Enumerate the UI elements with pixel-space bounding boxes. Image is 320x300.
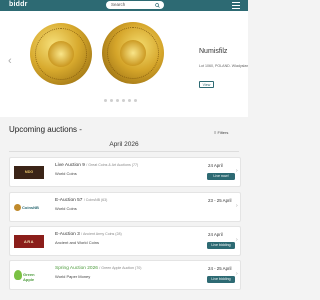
chevron-right-icon[interactable]: › — [236, 203, 238, 209]
featured-auction-house: Numisfilz — [199, 48, 228, 55]
auction-house: / CoinsNB (63) — [83, 198, 108, 202]
auction-house-logo: CoinsNB — [14, 201, 44, 214]
search-placeholder: Search — [111, 1, 126, 7]
filters-button[interactable]: ≡ Filters — [214, 130, 228, 135]
upcoming-auctions-heading[interactable]: Upcoming auctions - — [9, 125, 82, 134]
search-input[interactable]: Search — [106, 1, 164, 9]
auction-title: Live Auction 9 / Great Coins & Art Aucti… — [55, 163, 138, 168]
view-lot-button[interactable]: View — [199, 81, 214, 88]
live-now-button[interactable]: Live now! — [207, 173, 235, 180]
auction-card[interactable]: ARA E-Auction 3 / Ancient Army Coins (28… — [9, 226, 241, 256]
month-heading: April 2026 — [109, 141, 139, 148]
auction-date: 24 - 25 April — [208, 266, 232, 271]
auction-card[interactable]: CoinsNB E-Auction 57 / CoinsNB (63) Worl… — [9, 192, 241, 222]
auction-title: Spring Auction 2026 / Green Apple Auctio… — [55, 266, 141, 271]
search-icon[interactable] — [155, 2, 160, 8]
carousel-dot[interactable] — [116, 99, 119, 102]
auction-card[interactable]: MDG Live Auction 9 / Great Coins & Art A… — [9, 157, 241, 187]
carousel-pagination — [104, 99, 144, 103]
auction-category: World Coins — [55, 206, 77, 211]
auction-category: World Coins — [55, 171, 77, 176]
auction-house-logo: ARA — [14, 235, 44, 248]
logo-text: Green Apple — [23, 272, 35, 282]
auction-category: World Paper Money — [55, 274, 91, 279]
chevron-right-icon[interactable]: › — [236, 237, 238, 243]
carousel-dot[interactable] — [128, 99, 131, 102]
featured-lot-carousel: ‹ Numisfilz Lot 1060, POLAND. Wladysław … — [0, 11, 248, 117]
carousel-dot[interactable] — [134, 99, 137, 102]
auction-name[interactable]: Live Auction 9 — [55, 163, 85, 168]
biddr-logo[interactable]: biddr — [9, 1, 28, 8]
auction-title: E-Auction 3 / Ancient Army Coins (28) — [55, 232, 122, 237]
auction-name[interactable]: E-Auction 57 — [55, 198, 82, 203]
auction-date: 24 April — [208, 163, 223, 168]
chevron-right-icon[interactable]: › — [236, 168, 238, 174]
carousel-prev-arrow-icon[interactable]: ‹ — [8, 55, 12, 67]
auction-house-logo: Green Apple — [14, 269, 44, 282]
auction-name[interactable]: Spring Auction 2026 — [55, 266, 98, 271]
live-bidding-button[interactable]: Live bidding — [207, 242, 235, 249]
logo-text: CoinsNB — [22, 205, 39, 210]
auction-house: / Green Apple Auction (70) — [99, 266, 142, 270]
divider — [9, 151, 239, 152]
auction-name[interactable]: E-Auction 3 — [55, 232, 80, 237]
top-navigation-bar: biddr Search — [0, 0, 248, 11]
auction-card[interactable]: Green Apple Spring Auction 2026 / Green … — [9, 260, 241, 290]
auction-house: / Great Coins & Art Auctions (77) — [86, 163, 139, 167]
coin-reverse-image[interactable] — [102, 22, 164, 84]
hamburger-menu-icon[interactable] — [232, 2, 240, 9]
auction-date: 23 - 25 April — [208, 198, 232, 203]
auction-house: / Ancient Army Coins (28) — [81, 232, 122, 236]
green-apple-logo-icon — [14, 270, 22, 280]
auction-house-logo: MDG — [14, 166, 44, 179]
featured-lot-description: Lot 1060, POLAND. Wladysław IV Vasa, 163… — [199, 64, 248, 68]
live-bidding-button[interactable]: Live bidding — [207, 276, 235, 283]
carousel-dot[interactable] — [104, 99, 107, 102]
carousel-dot[interactable] — [110, 99, 113, 102]
auction-title: E-Auction 57 / CoinsNB (63) — [55, 198, 107, 203]
auction-date: 24 April — [208, 232, 223, 237]
coin-obverse-image[interactable] — [30, 23, 92, 85]
filters-label: Filters — [217, 130, 229, 135]
chevron-right-icon[interactable]: › — [236, 271, 238, 277]
carousel-dot[interactable] — [122, 99, 125, 102]
coin-logo-icon — [14, 204, 21, 211]
auction-category: Ancient and World Coins — [55, 240, 99, 245]
